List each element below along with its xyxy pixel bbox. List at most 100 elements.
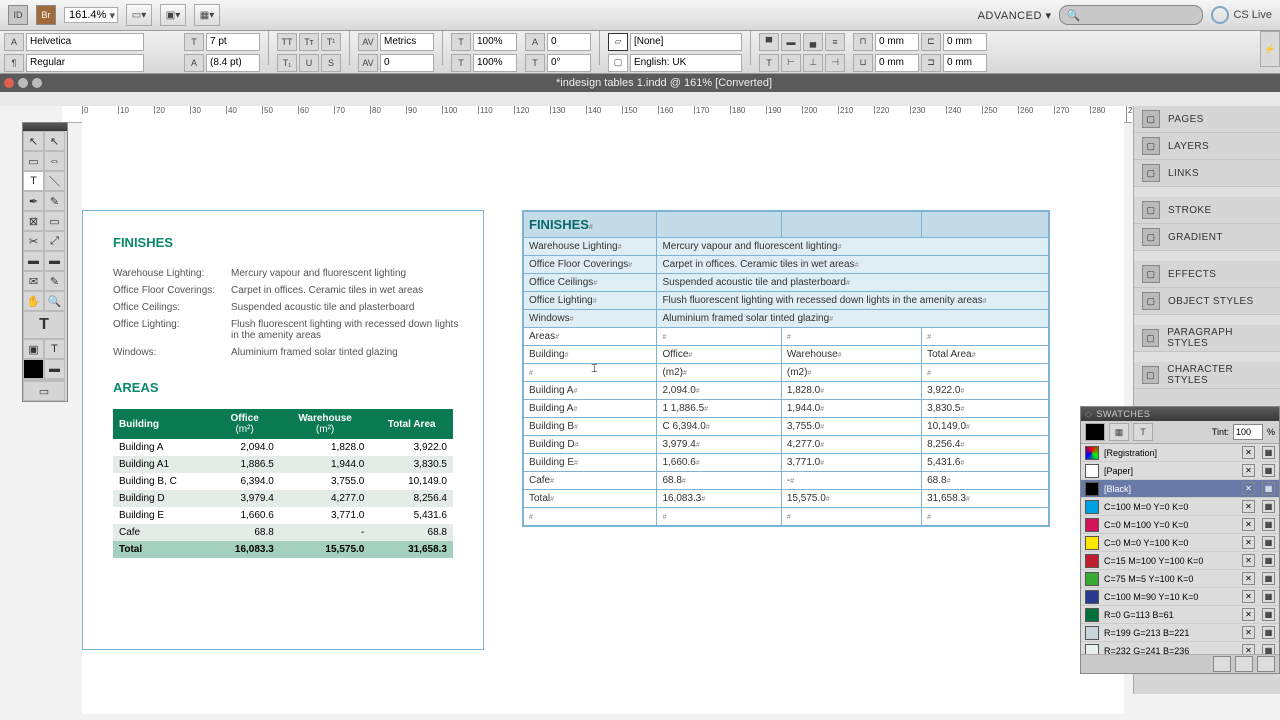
view-options-button[interactable]: ▭▾ — [126, 4, 152, 26]
table-row[interactable]: Building E#1,660.6#3,771.0#5,431.6# — [524, 454, 1049, 472]
skew-field[interactable]: 0° — [547, 54, 591, 72]
font-style-field[interactable]: Regular — [26, 54, 144, 72]
smallcaps-icon[interactable]: Tᴛ — [299, 33, 319, 51]
font-size-field[interactable]: 7 pt — [206, 33, 260, 51]
table-row[interactable]: Areas#### — [524, 328, 1049, 346]
swatches-panel[interactable]: ◇SWATCHES ▦ T Tint: % [Registration]✕▦[P… — [1080, 406, 1280, 674]
text-frame-right[interactable]: FINISHES#Warehouse Lighting#Mercury vapo… — [522, 210, 1050, 527]
stroke-proxy-icon[interactable]: ▢ — [608, 54, 628, 72]
fill-stroke-proxy[interactable]: T — [23, 311, 65, 339]
gradient-swatch-tool[interactable]: ▬ — [23, 251, 44, 271]
quick-apply-icon[interactable]: ⚡ — [1260, 31, 1280, 67]
table-row[interactable]: Building D#3,979.4#4,277.0#8,256.4# — [524, 436, 1049, 454]
swatch-row[interactable]: [Paper]✕▦ — [1081, 462, 1279, 480]
hand-tool[interactable]: ✋ — [23, 291, 44, 311]
vscale-field[interactable]: 100% — [473, 33, 517, 51]
panel-tab-stroke[interactable]: ▢STROKE — [1134, 197, 1280, 224]
swatch-row[interactable]: [Black]✕▦ — [1081, 480, 1279, 498]
zoom-tool[interactable]: 🔍 — [44, 291, 65, 311]
swatch-view-a[interactable]: ▦ — [1109, 423, 1129, 441]
rotate-270-icon[interactable]: ⊣ — [825, 54, 845, 72]
language-field[interactable]: English: UK — [630, 54, 742, 72]
swatch-fill-proxy[interactable] — [1085, 423, 1105, 441]
gradient-feather-tool[interactable]: ▬ — [44, 251, 65, 271]
swatch-row[interactable]: R=0 G=113 B=61✕▦ — [1081, 606, 1279, 624]
view-mode-toggle[interactable]: ▭ — [23, 381, 65, 401]
table-row[interactable]: Building A#2,094.0#1,828.0#3,922.0# — [524, 382, 1049, 400]
table-row[interactable]: Cafe#68.8#-#68.8# — [524, 472, 1049, 490]
table-row[interactable]: Warehouse Lighting#Mercury vapour and fl… — [524, 238, 1049, 256]
align-mid-icon[interactable]: ▬ — [781, 33, 801, 51]
cs-live-button[interactable]: CS Live — [1211, 6, 1272, 24]
swatch-new[interactable] — [1235, 656, 1253, 672]
align-bot-icon[interactable]: ▄ — [803, 33, 823, 51]
page-tool[interactable]: ▭ — [23, 151, 44, 171]
table-row[interactable]: #### — [524, 508, 1049, 526]
align-just-icon[interactable]: ≡ — [825, 33, 845, 51]
baseline-field[interactable]: 0 — [547, 33, 591, 51]
panel-tab-layers[interactable]: ▢LAYERS — [1134, 133, 1280, 160]
swatch-row[interactable]: [Registration]✕▦ — [1081, 444, 1279, 462]
char-style-field[interactable]: [None] — [630, 33, 742, 51]
bridge-icon[interactable]: Br — [36, 5, 56, 25]
panel-tab-paragraph styles[interactable]: ▢PARAGRAPH STYLES — [1134, 325, 1280, 352]
close-window-icon[interactable] — [4, 78, 14, 88]
table-row[interactable]: Office Lighting#Flush fluorescent lighti… — [524, 292, 1049, 310]
underline-icon[interactable]: U — [299, 54, 319, 72]
document-tab-title[interactable]: *indesign tables 1.indd @ 161% [Converte… — [48, 77, 1280, 89]
align-top-icon[interactable]: ▀ — [759, 33, 779, 51]
document-page[interactable]: FINISHES Warehouse Lighting:Mercury vapo… — [82, 114, 1124, 714]
char-format-icon[interactable]: A — [4, 33, 24, 51]
panel-tab-object styles[interactable]: ▢OBJECT STYLES — [1134, 288, 1280, 315]
inset-top-field[interactable]: 0 mm — [875, 33, 919, 51]
swatch-show-all[interactable] — [1213, 656, 1231, 672]
swatch-row[interactable]: C=100 M=90 Y=10 K=0✕▦ — [1081, 588, 1279, 606]
note-tool[interactable]: ✉ — [23, 271, 44, 291]
pencil-tool[interactable]: ✎ — [44, 191, 65, 211]
panel-tab-links[interactable]: ▢LINKS — [1134, 160, 1280, 187]
zoom-window-icon[interactable] — [32, 78, 42, 88]
format-text-icon[interactable]: T — [44, 339, 65, 359]
swatch-row[interactable]: C=75 M=5 Y=100 K=0✕▦ — [1081, 570, 1279, 588]
swatch-row[interactable]: C=0 M=100 Y=0 K=0✕▦ — [1081, 516, 1279, 534]
panel-tab-pages[interactable]: ▢PAGES — [1134, 106, 1280, 133]
leading-field[interactable]: (8.4 pt) — [206, 54, 260, 72]
rotate-0-icon[interactable]: T — [759, 54, 779, 72]
panel-tab-gradient[interactable]: ▢GRADIENT — [1134, 224, 1280, 251]
allcaps-icon[interactable]: TT — [277, 33, 297, 51]
panel-tab-effects[interactable]: ▢EFFECTS — [1134, 261, 1280, 288]
table-row[interactable]: Building#Office#Warehouse#Total Area# — [524, 346, 1049, 364]
tracking-field[interactable]: 0 — [380, 54, 434, 72]
swatch-row[interactable]: C=15 M=100 Y=100 K=0✕▦ — [1081, 552, 1279, 570]
table-row[interactable]: Office Ceilings#Suspended acoustic tile … — [524, 274, 1049, 292]
table-row[interactable]: Building A#1 1,886.5#1,944.0#3,830.5# — [524, 400, 1049, 418]
transform-tool[interactable]: ⤢ — [44, 231, 65, 251]
direct-selection-tool[interactable]: ↖ — [44, 131, 65, 151]
pen-tool[interactable]: ✒ — [23, 191, 44, 211]
inset-bot-field[interactable]: 0 mm — [875, 54, 919, 72]
tint-field[interactable] — [1233, 424, 1263, 440]
zoom-level[interactable]: 161.4%▾ — [64, 7, 118, 23]
app-menu-icon[interactable]: ID — [8, 5, 28, 25]
fill-proxy-icon[interactable]: ▱ — [608, 33, 628, 51]
raw-table[interactable]: FINISHES#Warehouse Lighting#Mercury vapo… — [523, 211, 1049, 526]
screen-mode-button[interactable]: ▣▾ — [160, 4, 186, 26]
minimize-window-icon[interactable] — [18, 78, 28, 88]
swatch-row[interactable]: C=0 M=0 Y=100 K=0✕▦ — [1081, 534, 1279, 552]
arrange-docs-button[interactable]: ▦▾ — [194, 4, 220, 26]
line-tool[interactable]: ＼ — [44, 171, 65, 191]
superscript-icon[interactable]: T¹ — [321, 33, 341, 51]
type-tool[interactable]: T — [23, 171, 44, 191]
font-family-field[interactable]: Helvetica — [26, 33, 144, 51]
rotate-180-icon[interactable]: ⊥ — [803, 54, 823, 72]
rect-frame-tool[interactable]: ⊠ — [23, 211, 44, 231]
kerning-field[interactable]: Metrics — [380, 33, 434, 51]
search-field[interactable]: 🔍 — [1059, 5, 1203, 25]
table-row[interactable]: #(m2)#(m2)## — [524, 364, 1049, 382]
swatch-row[interactable]: R=232 G=241 B=236✕▦ — [1081, 642, 1279, 654]
text-frame-left[interactable]: FINISHES Warehouse Lighting:Mercury vapo… — [82, 210, 484, 650]
eyedropper-tool[interactable]: ✎ — [44, 271, 65, 291]
table-row[interactable]: Office Floor Coverings#Carpet in offices… — [524, 256, 1049, 274]
para-format-icon[interactable]: ¶ — [4, 54, 24, 72]
strike-icon[interactable]: S — [321, 54, 341, 72]
